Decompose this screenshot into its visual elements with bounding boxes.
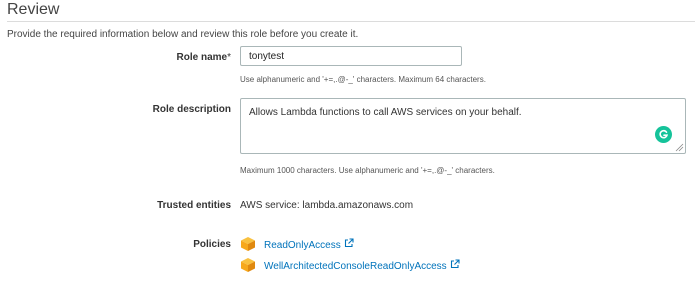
policy-cube-icon	[241, 237, 255, 251]
role-description-label: Role description	[152, 104, 231, 115]
intro-text: Provide the required information below a…	[7, 29, 359, 40]
trusted-entities-label: Trusted entities	[157, 200, 231, 211]
page-title: Review	[7, 1, 60, 18]
policies-label: Policies	[193, 239, 231, 250]
external-link-icon	[344, 237, 354, 247]
policy-cube-icon	[241, 258, 255, 272]
policy-item: WellArchitectedConsoleReadOnlyAccess	[240, 257, 460, 273]
policy-link-wellarchitectedconsolereadonlyaccess[interactable]: WellArchitectedConsoleReadOnlyAccess	[264, 258, 460, 272]
policy-link-label: ReadOnlyAccess	[264, 239, 341, 251]
grammarly-icon[interactable]	[655, 126, 672, 143]
role-name-hint: Use alphanumeric and '+=,.@-_' character…	[240, 75, 486, 84]
title-divider	[7, 21, 695, 22]
role-name-input[interactable]	[240, 46, 462, 66]
role-name-label-text: Role name	[176, 52, 228, 63]
role-description-hint: Maximum 1000 characters. Use alphanumeri…	[240, 166, 495, 175]
external-link-icon	[450, 258, 460, 268]
trusted-entities-value: AWS service: lambda.amazonaws.com	[240, 200, 414, 211]
resize-grip-icon[interactable]	[674, 142, 684, 152]
policy-link-readonlyaccess[interactable]: ReadOnlyAccess	[264, 237, 354, 251]
grammarly-g-glyph	[659, 129, 669, 139]
role-name-label: Role name*	[111, 52, 231, 63]
required-mark: *	[227, 52, 231, 63]
role-description-textarea[interactable]: Allows Lambda functions to call AWS serv…	[240, 98, 686, 154]
policy-item: ReadOnlyAccess	[240, 236, 354, 252]
policy-link-label: WellArchitectedConsoleReadOnlyAccess	[264, 260, 447, 272]
